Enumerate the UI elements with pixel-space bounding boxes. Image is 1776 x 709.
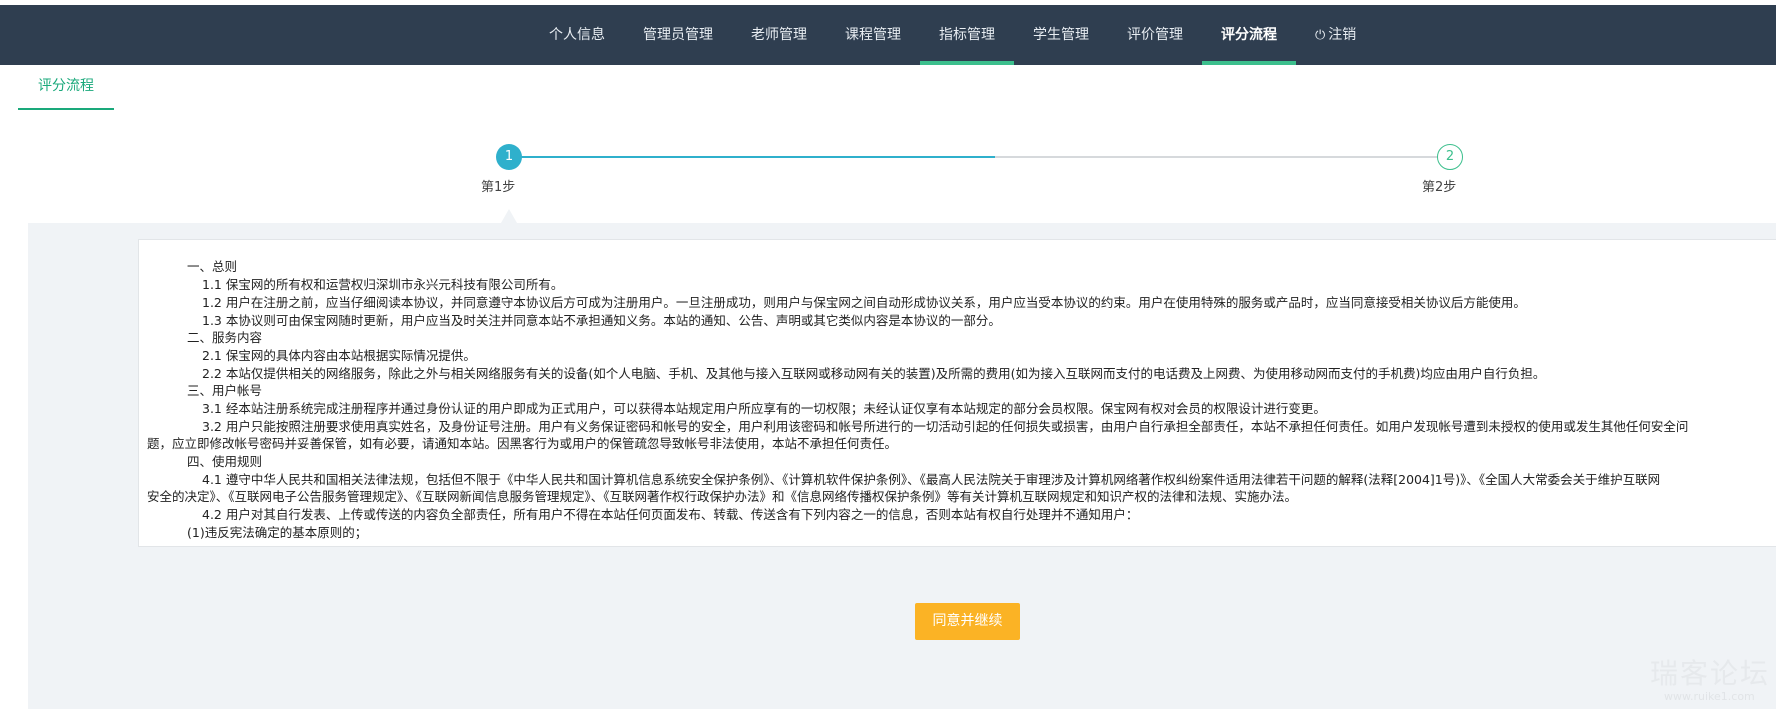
nav-item-scoring-process[interactable]: 评分流程 — [1202, 5, 1296, 65]
agreement-heading: 二、服务内容 — [187, 330, 263, 345]
nav-item-label: 评分流程 — [1221, 27, 1277, 43]
agreement-text-box[interactable]: 一、总则 1.1 保宝网的所有权和运营权归深圳市永兴元科技有限公司所有。 1.2… — [138, 239, 1776, 547]
nav-item-label: 个人信息 — [549, 27, 605, 43]
power-icon: ⏻ — [1315, 28, 1326, 43]
agreement-paragraph: 题，应立即修改帐号密码并妥善保管，如有必要，请通知本站。因黑客行为或用户的保管疏… — [147, 436, 898, 451]
nav-item-course-management[interactable]: 课程管理 — [826, 5, 920, 65]
tab-scoring-process[interactable]: 评分流程 — [18, 65, 114, 110]
nav-item-label: 评价管理 — [1127, 27, 1183, 43]
nav-item-indicator-management[interactable]: 指标管理 — [920, 5, 1014, 65]
nav-item-label: 管理员管理 — [643, 27, 713, 43]
agreement-heading: 三、用户帐号 — [187, 383, 263, 398]
agreement-paragraph: 1.2 用户在注册之前，应当仔细阅读本协议，并同意遵守本协议后方可成为注册用户。… — [202, 295, 1526, 310]
nav-item-student-management[interactable]: 学生管理 — [1014, 5, 1108, 65]
watermark-url: www.ruike1.com — [1664, 690, 1755, 703]
nav-item-logout[interactable]: ⏻ 注销 — [1296, 5, 1375, 65]
agreement-paragraph: 2.1 保宝网的具体内容由本站根据实际情况提供。 — [202, 348, 476, 363]
agreement-paragraph: 4.2 用户对其自行发表、上传或传送的内容负全部责任，所有用户不得在本站任何页面… — [202, 507, 1139, 522]
agreement-heading: 一、总则 — [187, 259, 238, 274]
nav-item-teacher-management[interactable]: 老师管理 — [732, 5, 826, 65]
nav-item-label: 课程管理 — [845, 27, 901, 43]
step-2-label: 第2步 — [1422, 180, 1457, 195]
step-connector-completed — [509, 156, 995, 158]
nav-item-evaluation-management[interactable]: 评价管理 — [1108, 5, 1202, 65]
nav-item-personal-info[interactable]: 个人信息 — [530, 5, 624, 65]
step-1-indicator: 1 — [496, 144, 522, 170]
main-nav: 个人信息 管理员管理 老师管理 课程管理 指标管理 学生管理 评价管理 评分流程… — [530, 5, 1375, 65]
agreement-paragraph: 1.3 本协议则可由保宝网随时更新，用户应当及时关注并同意本站不承担通知义务。本… — [202, 313, 1001, 328]
nav-item-label: 注销 — [1328, 27, 1357, 43]
watermark-text: 瑞客论坛 — [1650, 657, 1771, 690]
agreement-paragraph: 3.1 经本站注册系统完成注册程序并通过身份认证的用户即成为正式用户，可以获得本… — [202, 401, 1326, 416]
agreement-paragraph: 1.1 保宝网的所有权和运营权归深圳市永兴元科技有限公司所有。 — [202, 277, 564, 292]
agree-and-continue-button[interactable]: 同意并继续 — [915, 603, 1020, 640]
nav-item-admin-management[interactable]: 管理员管理 — [624, 5, 732, 65]
nav-item-label: 学生管理 — [1033, 27, 1089, 43]
agreement-paragraph: 安全的决定》、《互联网电子公告服务管理规定》、《互联网新闻信息服务管理规定》、《… — [147, 489, 1298, 504]
agreement-heading: 四、使用规则 — [187, 454, 263, 469]
step-1-label: 第1步 — [481, 180, 516, 195]
agreement-paragraph: (1)违反宪法确定的基本原则的； — [187, 525, 368, 540]
agreement-paragraph: 2.2 本站仅提供相关的网络服务，除此之外与相关网络服务有关的设备(如个人电脑、… — [202, 366, 1546, 381]
step-2-indicator: 2 — [1437, 144, 1463, 170]
step-pointer — [501, 209, 517, 223]
nav-item-label: 指标管理 — [939, 27, 995, 43]
step-progress: 1 第1步 2 第2步 — [28, 123, 1776, 223]
top-navigation-bar: 个人信息 管理员管理 老师管理 课程管理 指标管理 学生管理 评价管理 评分流程… — [0, 5, 1776, 65]
main-content: 1 第1步 2 第2步 一、总则 1.1 保宝网的所有权和运营权归深圳市永兴元科… — [28, 123, 1776, 709]
nav-item-label: 老师管理 — [751, 27, 807, 43]
subtab-bar: 评分流程 — [0, 65, 1776, 110]
step-connector-pending — [995, 156, 1440, 158]
